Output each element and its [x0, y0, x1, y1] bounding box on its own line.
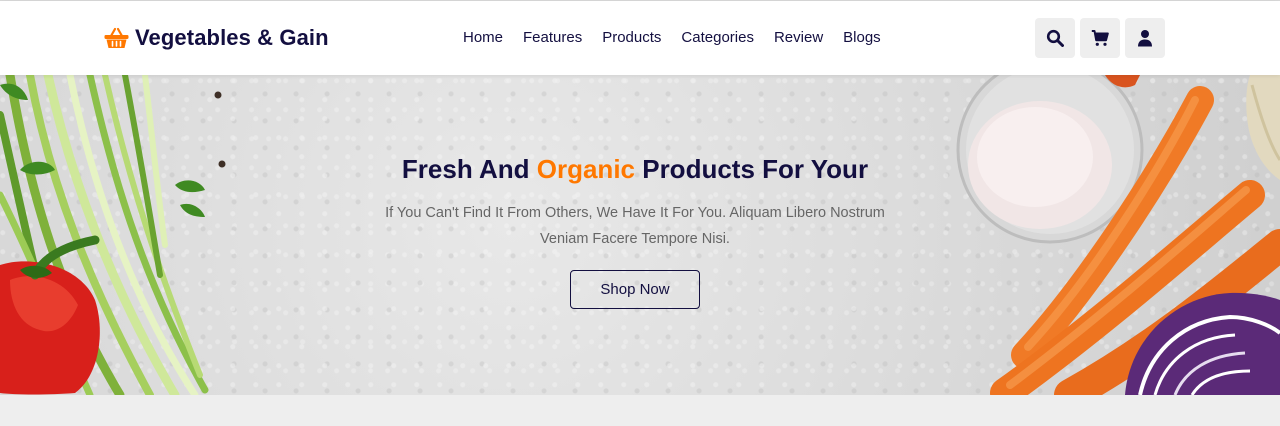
header-icon-group [1035, 18, 1165, 58]
hero-banner: Fresh And Organic Products For Your If Y… [0, 75, 1280, 395]
user-icon [1138, 30, 1152, 47]
hero-title-end: Products For Your [635, 154, 869, 184]
site-header: Vegetables & Gain Home Features Products… [0, 1, 1280, 75]
carrots-salt-cabbage-image [956, 75, 1280, 395]
green-onion-and-pepper-image [0, 75, 209, 395]
hero-title-start: Fresh And [401, 154, 537, 184]
main-nav: Home Features Products Categories Review… [463, 28, 881, 48]
hero-subtitle: If You Can't Find It From Others, We Hav… [385, 205, 885, 247]
shop-now-button[interactable]: Shop Now [570, 270, 700, 309]
hero-content: Fresh And Organic Products For Your If Y… [330, 153, 940, 309]
nav-link-review[interactable]: Review [774, 28, 823, 48]
brand-name: Vegetables & Gain [135, 25, 329, 50]
nav-link-products[interactable]: Products [602, 28, 661, 48]
cart-button[interactable] [1080, 18, 1120, 58]
brand-logo[interactable]: Vegetables & Gain [104, 23, 329, 53]
hero-title: Fresh And Organic Products For Your [330, 153, 940, 185]
basket-icon [104, 27, 129, 48]
search-icon [1046, 29, 1064, 47]
nav-link-features[interactable]: Features [523, 28, 582, 48]
account-button[interactable] [1125, 18, 1165, 58]
search-button[interactable] [1035, 18, 1075, 58]
shopping-cart-icon [1091, 30, 1109, 46]
hero-title-accent: Organic [536, 154, 635, 184]
nav-link-blogs[interactable]: Blogs [843, 28, 881, 48]
nav-link-home[interactable]: Home [463, 28, 503, 48]
nav-link-categories[interactable]: Categories [681, 28, 754, 48]
